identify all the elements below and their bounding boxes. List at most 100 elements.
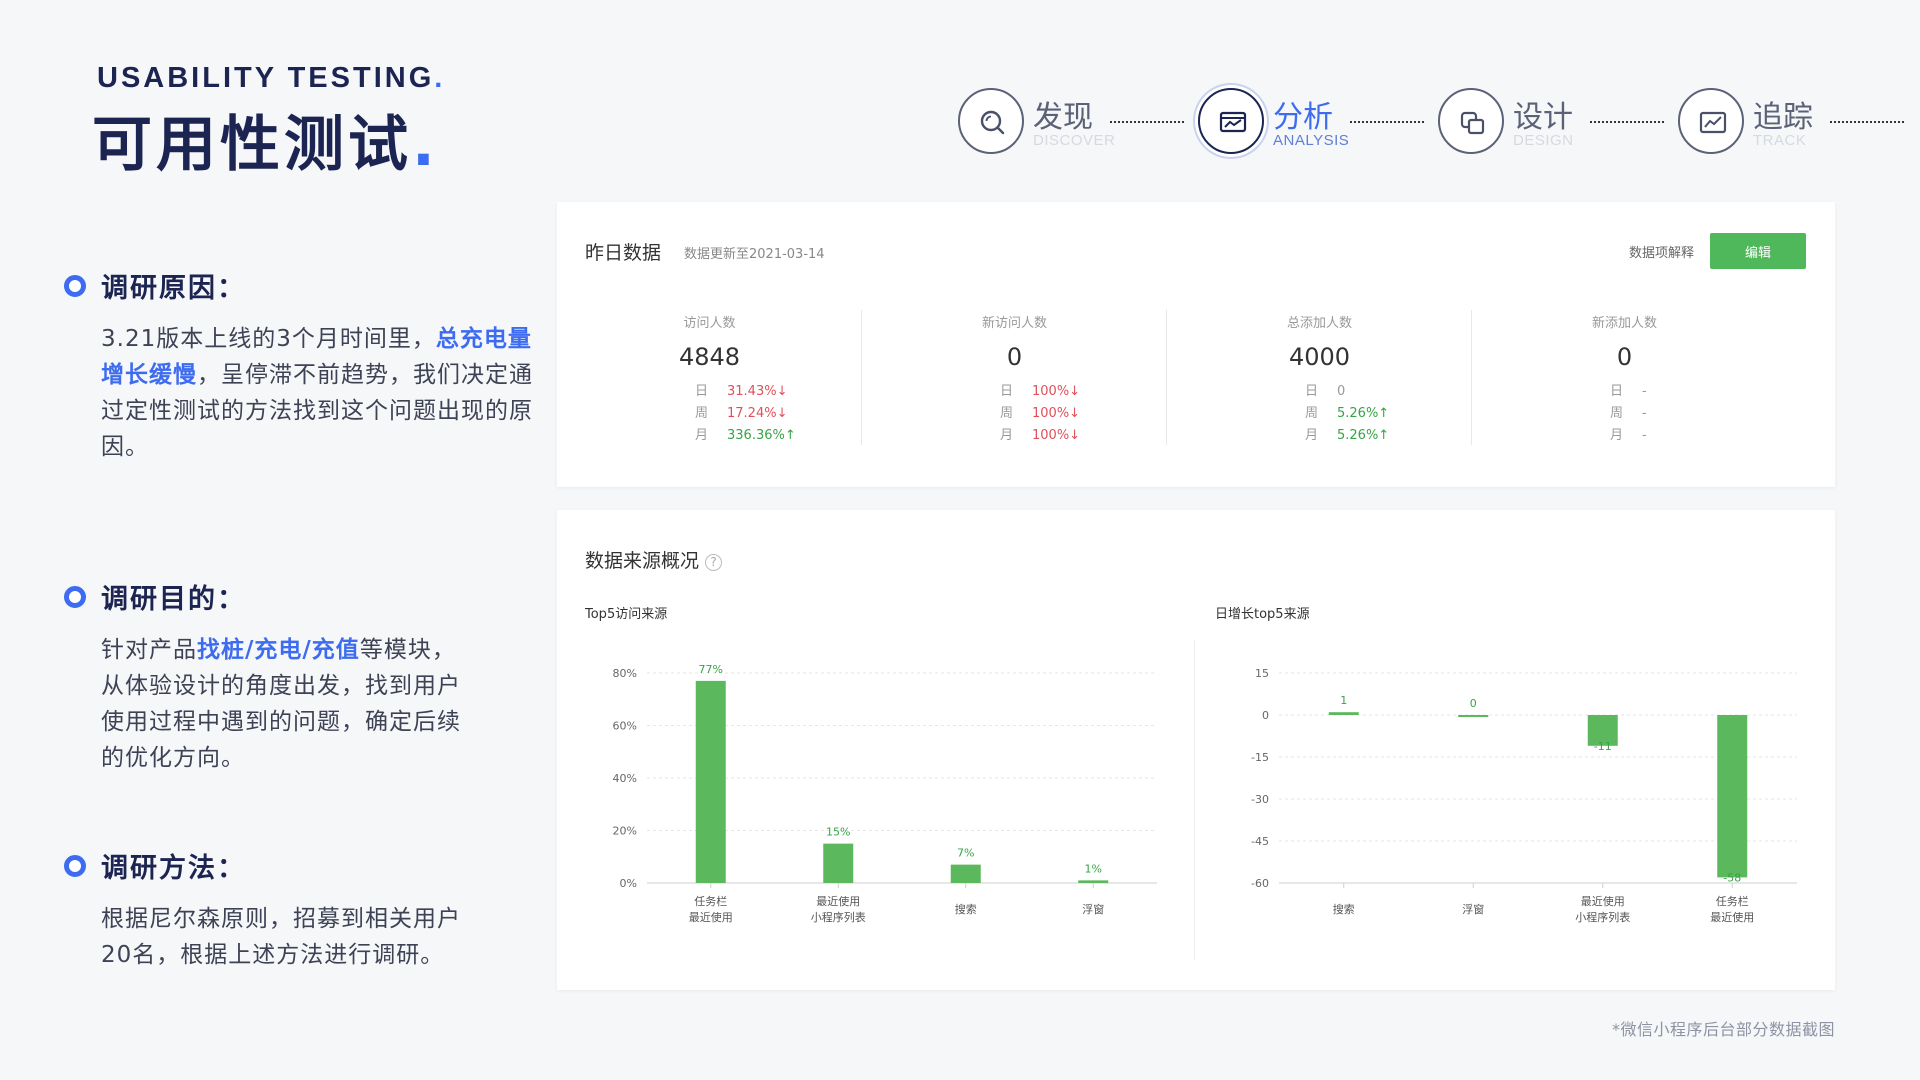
x-tick-label: 搜索 xyxy=(955,902,977,916)
metric-row-month: 月 100%↓ xyxy=(1000,428,1081,443)
step-connector xyxy=(1830,121,1904,123)
x-tick-label: 最近使用 xyxy=(1710,911,1754,924)
data-label: 77% xyxy=(699,663,723,676)
metric-row-month: 月 5.26%↑ xyxy=(1305,428,1390,443)
edit-button[interactable]: 编辑 xyxy=(1710,233,1806,269)
metric-visitors: 访问人数 4848 日 31.43%↓ 周 17.24%↓ 月 336.36%↑ xyxy=(557,310,862,445)
data-label: 15% xyxy=(826,826,850,839)
bar xyxy=(1717,715,1748,878)
chart-title: Top5访问来源 xyxy=(585,607,668,622)
card-title: 昨日数据 xyxy=(585,242,662,264)
y-tick-label: -60 xyxy=(1251,877,1269,890)
section-title: 调研原因： xyxy=(64,266,534,305)
metric-new-visitors: 新访问人数 0 日 100%↓ 周 100%↓ 月 100%↓ xyxy=(862,310,1167,445)
metric-value: 0 xyxy=(1616,343,1633,371)
x-tick-label: 小程序列表 xyxy=(811,910,866,924)
data-label: -11 xyxy=(1594,740,1612,753)
x-tick-label: 最近使用 xyxy=(689,911,733,924)
metric-new-adds: 新添加人数 0 日- 周- 月- xyxy=(1472,310,1777,445)
data-label: 1 xyxy=(1340,694,1347,707)
step-label-en: DESIGN xyxy=(1513,132,1574,149)
section-title: 调研目的： xyxy=(64,577,534,616)
y-tick-label: -15 xyxy=(1251,751,1269,764)
process-steps: 发现 DISCOVER 分析 ANALYSIS 设计 DESIGN 追踪 TRA… xyxy=(958,88,1908,158)
data-label: 1% xyxy=(1085,862,1102,875)
y-tick-label: -30 xyxy=(1251,793,1269,806)
x-tick-label: 最近使用 xyxy=(1581,895,1625,908)
step-connector xyxy=(1110,121,1184,123)
section-body: 3.21版本上线的3个月时间里，总充电量增长缓慢，呈停滞不前趋势，我们决定通过定… xyxy=(101,326,533,460)
metric-row-week: 周 17.24%↓ xyxy=(695,406,788,421)
step-label-en: DISCOVER xyxy=(1033,132,1116,149)
y-tick-label: 20% xyxy=(613,825,637,838)
y-tick-label: 80% xyxy=(613,667,637,680)
y-tick-label: 60% xyxy=(613,720,637,733)
metric-label: 访问人数 xyxy=(683,316,736,331)
metric-row-week: 周 5.26%↑ xyxy=(1305,406,1390,421)
page-title-en: USABILITY TESTING. xyxy=(97,62,446,94)
chart-title: 日增长top5来源 xyxy=(1215,607,1310,622)
divider xyxy=(1194,640,1195,960)
data-label: -58 xyxy=(1723,871,1741,884)
step-label: 追踪 xyxy=(1753,100,1813,135)
x-tick-label: 最近使用 xyxy=(816,895,860,908)
bar xyxy=(1328,712,1359,715)
metric-row-day: 日- xyxy=(1610,384,1647,399)
help-icon[interactable]: ? xyxy=(705,554,723,571)
x-tick-label: 任务栏 xyxy=(694,894,727,908)
y-tick-label: 40% xyxy=(613,772,637,785)
metric-row-month: 月- xyxy=(1610,428,1647,443)
y-tick-label: -45 xyxy=(1251,835,1269,848)
bar xyxy=(950,864,981,883)
bar xyxy=(695,680,726,883)
bullet-icon xyxy=(64,855,86,877)
step-label-en: TRACK xyxy=(1753,132,1807,149)
step-label: 发现 xyxy=(1033,100,1093,135)
metric-row-month: 月 336.36%↑ xyxy=(695,428,796,443)
data-explain-link[interactable]: 数据项解释 xyxy=(1629,242,1694,261)
step-connector xyxy=(1350,121,1424,123)
y-tick-label: 15 xyxy=(1255,667,1269,680)
metric-value: 4848 xyxy=(678,343,741,371)
metric-total-adds: 总添加人数 4000 日0 周 5.26%↑ 月 5.26%↑ xyxy=(1167,310,1472,445)
bar xyxy=(823,843,854,883)
section-body: 根据尼尔森原则，招募到相关用户20名，根据上述方法进行调研。 xyxy=(101,906,461,968)
metric-row-day: 日 100%↓ xyxy=(1000,384,1081,399)
data-label: 0 xyxy=(1470,697,1477,710)
metric-label: 总添加人数 xyxy=(1286,316,1352,331)
y-tick-label: 0% xyxy=(620,877,637,890)
bullet-icon xyxy=(64,586,86,608)
metric-row-week: 周- xyxy=(1610,406,1647,421)
metric-label: 新添加人数 xyxy=(1591,316,1657,331)
top5-sources-chart: 80%60%40%20%0%77%任务栏最近使用15%最近使用小程序列表7%搜索… xyxy=(613,663,1157,924)
metric-row-week: 周 100%↓ xyxy=(1000,406,1081,421)
daily-growth-chart: 150-15-30-45-601搜索0浮窗-11最近使用小程序列表-58任务栏最… xyxy=(1251,667,1797,924)
metric-row-day: 日 31.43%↓ xyxy=(695,384,788,399)
page-title: 可用性测试. xyxy=(92,110,439,180)
bar xyxy=(1078,880,1109,883)
section-title: 调研方法： xyxy=(64,846,534,885)
step-label: 设计 xyxy=(1513,100,1573,135)
metric-value: 0 xyxy=(1006,343,1023,371)
section-body: 针对产品找桩/充电/充值等模块，从体验设计的角度出发，找到用户使用过程中遇到的问… xyxy=(101,637,461,771)
x-tick-label: 浮窗 xyxy=(1462,902,1484,916)
metric-label: 新访问人数 xyxy=(981,316,1047,331)
footnote: *微信小程序后台部分数据截图 xyxy=(1611,1020,1835,1039)
card-title: 数据来源概况? xyxy=(585,546,723,573)
yesterday-data-card: 昨日数据 数据更新至2021-03-14 数据项解释 编辑 访问人数 4848 … xyxy=(557,202,1835,487)
bullet-icon xyxy=(64,275,86,297)
section-reason: 调研原因： 3.21版本上线的3个月时间里，总充电量增长缓慢，呈停滞不前趋势，我… xyxy=(64,266,534,465)
metric-value: 4000 xyxy=(1288,343,1351,371)
step-label-en: ANALYSIS xyxy=(1273,132,1350,149)
data-sources-card: 数据来源概况? Top5访问来源 日增长top5来源 80% 60% 40% 20% 0… xyxy=(557,510,1835,990)
bar xyxy=(1458,715,1489,717)
metric-row-day: 日0 xyxy=(1305,384,1346,399)
x-tick-label: 浮窗 xyxy=(1082,902,1104,916)
x-tick-label: 小程序列表 xyxy=(1575,910,1630,924)
x-tick-label: 搜索 xyxy=(1333,902,1355,916)
y-tick-label: 0 xyxy=(1262,709,1269,722)
section-goal: 调研目的： 针对产品找桩/充电/充值等模块，从体验设计的角度出发，找到用户使用过… xyxy=(64,577,534,776)
data-updated-text: 数据更新至2021-03-14 xyxy=(684,247,825,262)
step-label: 分析 xyxy=(1273,100,1333,135)
x-tick-label: 任务栏 xyxy=(1716,894,1749,908)
